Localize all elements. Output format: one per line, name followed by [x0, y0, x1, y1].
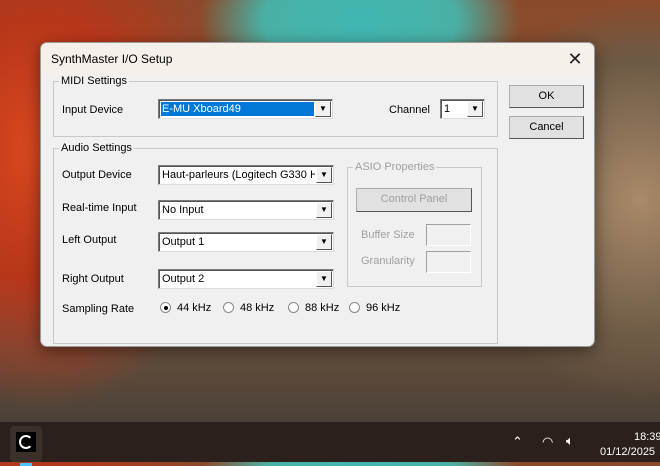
taskbar: ⌃ ◠ 🔈︎ 18:39 01/12/2025	[0, 422, 660, 466]
midi-settings-legend: MIDI Settings	[59, 75, 130, 87]
title-bar[interactable]: SynthMaster I/O Setup ✕	[41, 43, 594, 75]
right-output-value: Output 2	[162, 273, 205, 285]
chevron-down-icon[interactable]: ▼	[316, 167, 332, 183]
rate-option-88[interactable]: 88 kHz	[288, 302, 349, 314]
granularity-label: Granularity	[361, 255, 415, 267]
chevron-up-icon[interactable]: ⌃	[512, 434, 523, 450]
input-device-select[interactable]: E-MU Xboard49 ▼	[158, 99, 333, 119]
output-device-value: Haut-parleurs (Logitech G330 He	[162, 169, 315, 181]
chevron-down-icon[interactable]: ▼	[467, 101, 483, 117]
realtime-input-label: Real-time Input	[62, 202, 137, 214]
rate-option-96[interactable]: 96 kHz	[349, 302, 414, 314]
chevron-down-icon[interactable]: ▼	[316, 234, 332, 250]
synthmaster-app-icon	[16, 432, 36, 452]
channel-value: 1	[444, 103, 451, 115]
audio-settings-legend: Audio Settings	[59, 142, 134, 154]
control-panel-button[interactable]: Control Panel	[356, 188, 472, 212]
right-output-select[interactable]: Output 2 ▼	[158, 269, 334, 289]
buffer-size-field[interactable]	[426, 224, 471, 246]
radio-button[interactable]	[160, 302, 171, 313]
ok-button[interactable]: OK	[509, 85, 584, 108]
chevron-down-icon[interactable]: ▼	[316, 202, 332, 218]
left-output-label: Left Output	[62, 234, 117, 246]
buffer-size-label: Buffer Size	[361, 229, 415, 241]
rate-option-48[interactable]: 48 kHz	[223, 302, 288, 314]
input-device-value: E-MU Xboard49	[161, 102, 314, 116]
io-setup-dialog: SynthMaster I/O Setup ✕ MIDI Settings In…	[40, 42, 595, 347]
channel-label: Channel	[389, 104, 430, 116]
realtime-input-select[interactable]: No Input ▼	[158, 200, 334, 220]
channel-select[interactable]: 1 ▼	[440, 99, 485, 119]
clock-date[interactable]: 01/12/2025	[600, 446, 655, 458]
asio-properties-legend: ASIO Properties	[353, 161, 437, 173]
rate-label: 88 kHz	[305, 302, 340, 314]
volume-icon[interactable]: 🔈︎	[566, 433, 574, 449]
granularity-field[interactable]	[426, 251, 471, 273]
logo-ring	[19, 435, 33, 449]
close-icon[interactable]: ✕	[562, 46, 588, 72]
realtime-input-value: No Input	[162, 204, 204, 216]
input-device-label: Input Device	[62, 104, 124, 116]
rate-label: 44 kHz	[177, 302, 212, 314]
rate-option-44[interactable]: 44 kHz	[160, 302, 223, 314]
output-device-select[interactable]: Haut-parleurs (Logitech G330 He ▼	[158, 165, 334, 185]
clock-time[interactable]: 18:39	[634, 431, 660, 443]
radio-button[interactable]	[223, 302, 234, 313]
sampling-rate-label: Sampling Rate	[62, 303, 135, 315]
left-output-select[interactable]: Output 1 ▼	[158, 232, 334, 252]
rate-label: 48 kHz	[240, 302, 275, 314]
sampling-rate-group: 44 kHz 48 kHz 88 kHz 96 kHz	[160, 302, 414, 314]
rate-label: 96 kHz	[366, 302, 401, 314]
cancel-button[interactable]: Cancel	[509, 116, 584, 139]
taskbar-app-button[interactable]	[10, 426, 42, 466]
chevron-down-icon[interactable]: ▼	[316, 271, 332, 287]
chevron-down-icon[interactable]: ▼	[315, 101, 331, 117]
radio-button[interactable]	[349, 302, 360, 313]
right-output-label: Right Output	[62, 273, 124, 285]
radio-button[interactable]	[288, 302, 299, 313]
dialog-title: SynthMaster I/O Setup	[51, 52, 173, 66]
left-output-value: Output 1	[162, 236, 205, 248]
wifi-icon[interactable]: ◠	[542, 434, 553, 450]
output-device-label: Output Device	[62, 169, 132, 181]
